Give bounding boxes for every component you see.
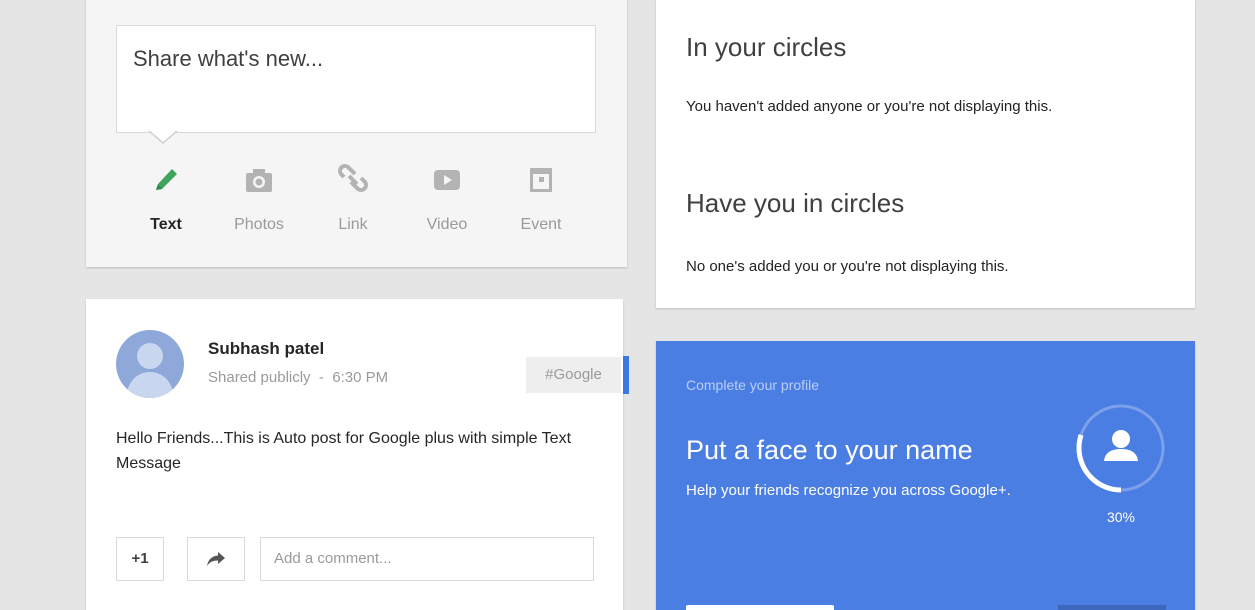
avatar[interactable]: [116, 330, 184, 398]
share-option-label: Video: [426, 216, 468, 233]
person-icon: [1104, 430, 1138, 461]
share-input-caret: [148, 130, 178, 144]
add-photo-button[interactable]: [686, 605, 834, 610]
profile-progress-label: 30%: [1106, 509, 1136, 525]
comment-input[interactable]: Add a comment...: [260, 537, 594, 581]
share-option-video[interactable]: Video: [407, 160, 487, 234]
share-arrow-icon: [207, 552, 225, 566]
post-body: Hello Friends...This is Auto post for Go…: [116, 430, 572, 472]
profile-description: Help your friends recognize you across G…: [686, 482, 1011, 499]
hashtag-chip[interactable]: #Google: [526, 357, 621, 393]
share-option-event[interactable]: Event: [501, 160, 581, 234]
link-icon: [313, 160, 393, 200]
video-icon: [407, 160, 487, 200]
hashtag-accent-bar: [623, 356, 629, 394]
post-author[interactable]: Subhash patel: [208, 339, 324, 359]
pencil-icon: [126, 160, 206, 200]
plus-one-button[interactable]: +1: [116, 537, 164, 581]
in-circles-text: You haven't added anyone or you're not d…: [686, 98, 1053, 115]
circles-card: In your circles You haven't added anyone…: [656, 0, 1195, 308]
in-circles-title: In your circles: [686, 32, 847, 62]
secondary-action-button[interactable]: [1058, 605, 1166, 610]
post-meta: Shared publicly - 6:30 PM: [208, 369, 389, 386]
camera-icon: [219, 160, 299, 200]
share-option-photos[interactable]: Photos: [219, 160, 299, 234]
share-button[interactable]: [187, 537, 245, 581]
have-you-in-circles-text: No one's added you or you're not display…: [686, 258, 1009, 275]
profile-eyebrow: Complete your profile: [686, 377, 820, 393]
event-icon: [501, 160, 581, 200]
share-option-label: Text: [150, 216, 182, 233]
default-avatar-icon: [126, 343, 174, 398]
share-input[interactable]: Share what's new...: [116, 25, 596, 133]
share-option-link[interactable]: Link: [313, 160, 393, 234]
share-box: Share what's new... Text Photos Link Vid…: [86, 0, 627, 267]
profile-title: Put a face to your name: [686, 435, 973, 465]
share-option-label: Link: [338, 216, 368, 233]
profile-progress-ring[interactable]: [1074, 401, 1168, 495]
share-option-label: Event: [520, 216, 562, 233]
post-card: Subhash patel Shared publicly - 6:30 PM …: [86, 299, 623, 610]
have-you-in-circles-title: Have you in circles: [686, 188, 905, 218]
complete-profile-card: Complete your profile Put a face to your…: [656, 341, 1195, 610]
share-option-label: Photos: [234, 216, 284, 233]
share-option-text[interactable]: Text: [126, 160, 206, 234]
